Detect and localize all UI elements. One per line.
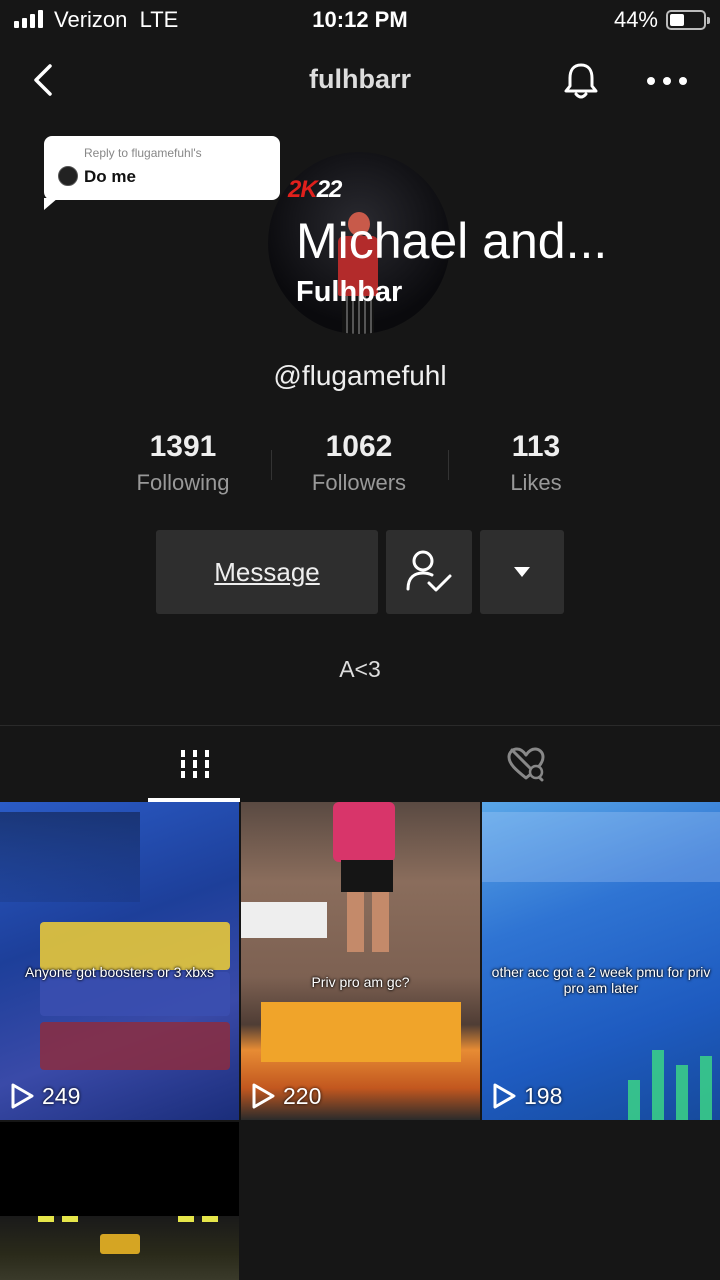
video-caption: Priv pro am gc?: [311, 974, 410, 990]
stat-value: 1391: [149, 430, 217, 463]
video-thumbnail[interactable]: [0, 1122, 239, 1280]
logo-2k-text: 2K: [288, 176, 318, 203]
following-button[interactable]: [386, 530, 472, 614]
stat-followers[interactable]: 1062 Followers: [259, 430, 459, 496]
game-logo: 2K22: [288, 176, 343, 204]
profile-stats: 1391 Following 1062 Followers 113 Likes: [0, 430, 720, 500]
user-check-icon: [406, 550, 452, 592]
view-count-value: 198: [524, 1082, 563, 1109]
battery-fill: [670, 14, 684, 26]
hidden-heart-icon: [507, 747, 545, 782]
suggested-dropdown-button[interactable]: [480, 530, 564, 614]
play-icon: [493, 1083, 516, 1109]
video-grid: Anyone got boosters or 3 xbxs 249 Priv p…: [0, 802, 720, 1280]
view-count: 198: [492, 1082, 562, 1110]
stat-likes[interactable]: 113 Likes: [436, 430, 636, 496]
video-caption: Anyone got boosters or 3 xbxs: [24, 964, 215, 980]
status-bar: Verizon LTE 10:12 PM 44%: [0, 0, 720, 40]
battery-icon: [666, 10, 710, 30]
reply-label: Reply to flugamefuhl's: [84, 146, 202, 160]
video-thumbnail[interactable]: Priv pro am gc? 220: [241, 802, 480, 1120]
tab-liked[interactable]: [360, 726, 720, 802]
video-caption: other acc got a 2 week pmu for priv pro …: [491, 964, 711, 996]
stat-value: 113: [511, 430, 561, 463]
view-count-value: 220: [283, 1082, 322, 1109]
stat-label: Followers: [311, 470, 407, 495]
video-thumbnail[interactable]: other acc got a 2 week pmu for priv pro …: [482, 802, 720, 1120]
tab-videos[interactable]: [15, 726, 375, 802]
view-count: 220: [251, 1082, 321, 1110]
grid-bars-icon: [179, 750, 211, 778]
profile-username: @flugamefuhl: [273, 360, 447, 391]
page-title: fulhbarr: [308, 64, 411, 94]
game-logo: [100, 1234, 140, 1254]
avatar-overlay-sub: Fulhbar: [296, 276, 403, 308]
top-nav: fulhbarr: [0, 50, 720, 110]
logo-year-text: 22: [316, 176, 343, 203]
profile-tabs: [0, 726, 720, 802]
battery-percent: 44%: [613, 7, 658, 32]
video-thumbnail[interactable]: Anyone got boosters or 3 xbxs 249: [0, 802, 239, 1120]
stat-following[interactable]: 1391 Following: [83, 430, 283, 496]
profile-bio: A<3: [339, 656, 381, 682]
avatar-overlay-name: Michael and...: [296, 213, 608, 269]
message-button[interactable]: Message: [156, 530, 378, 614]
profile-actions: Message: [0, 530, 720, 614]
stat-label: Following: [136, 470, 230, 495]
play-icon: [11, 1083, 34, 1109]
more-icon[interactable]: [644, 60, 690, 102]
caret-down-icon: [514, 567, 530, 577]
view-count-value: 249: [42, 1082, 81, 1109]
stat-value: 1062: [325, 430, 393, 463]
play-icon: [252, 1083, 275, 1109]
view-count: 249: [10, 1082, 80, 1110]
stat-label: Likes: [510, 470, 562, 495]
reply-text: Do me: [84, 167, 136, 186]
status-time: 10:12 PM: [312, 7, 408, 32]
reply-avatar: [58, 166, 78, 186]
reply-sticker[interactable]: Reply to flugamefuhl's Do me: [44, 136, 280, 210]
bell-icon[interactable]: [560, 60, 602, 102]
